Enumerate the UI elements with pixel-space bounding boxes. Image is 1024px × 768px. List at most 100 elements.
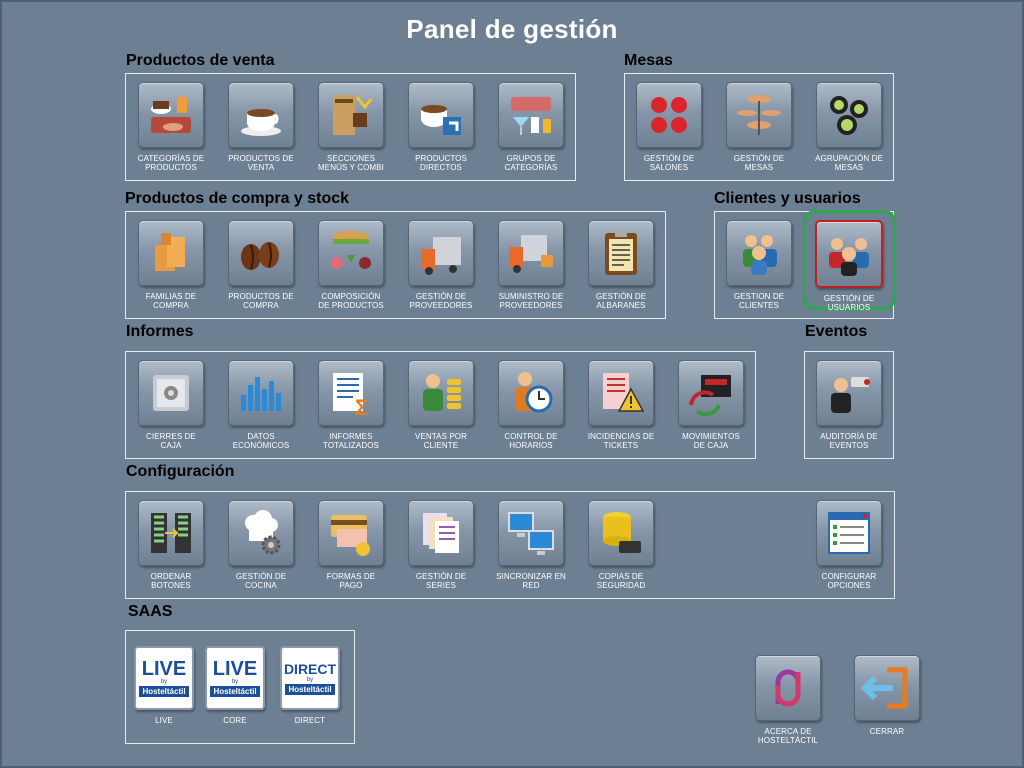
button-label: TOTALIZADOS	[323, 441, 379, 450]
button-label: GESTIÓN DE	[733, 154, 785, 163]
button-label: GRUPOS DE	[506, 154, 556, 163]
coffee-direct-icon	[408, 82, 474, 148]
button-label: HOSTELTÁCTIL	[757, 736, 819, 745]
truck-icon	[408, 220, 474, 286]
cierres-caja-button[interactable]: CIERRES DE CAJA	[126, 360, 216, 450]
button-label: ECONÓMICOS	[232, 441, 290, 450]
gestion-usuarios-button[interactable]: GESTIÓN DE USUARIOS	[804, 220, 894, 312]
button-label: HORARIOS	[509, 441, 553, 450]
logo-text: LIVE	[212, 658, 258, 680]
button-label: INFORMES	[329, 432, 373, 441]
datos-economicos-button[interactable]: DATOS ECONÓMICOS	[216, 360, 306, 450]
logo-text: LIVE	[141, 658, 187, 680]
control-horarios-button[interactable]: CONTROL DE HORARIOS	[486, 360, 576, 450]
button-label: GESTIÓN DE	[595, 292, 647, 301]
button-label: FORMAS DE	[326, 572, 376, 581]
gestion-albaranes-button[interactable]: GESTIÓN DE ALBARANES	[576, 220, 666, 310]
button-label: GESTIÓN DE	[415, 572, 467, 581]
live-button[interactable]: LIVE by Hosteltáctil LIVE	[131, 646, 197, 725]
direct-button[interactable]: DIRECT by Hosteltáctil DIRECT	[277, 646, 343, 725]
bar-chart-icon	[228, 360, 294, 426]
suministro-proveedores-button[interactable]: SUMINISTRO DE PROVEEDORES	[486, 220, 576, 310]
button-label: OPCIONES	[827, 581, 871, 590]
button-label: COMPRA	[243, 301, 279, 310]
section-title-compra-stock: Productos de compra y stock	[125, 190, 350, 207]
copias-seguridad-button[interactable]: COPIAS DE SEGURIDAD	[576, 500, 666, 590]
button-label: MESAS	[834, 163, 864, 172]
button-label: CORE	[223, 716, 247, 725]
movimientos-caja-button[interactable]: MOVIMIENTOS DE CAJA	[666, 360, 756, 450]
button-label: CAJA	[160, 441, 182, 450]
exit-icon	[854, 655, 920, 721]
section-title-mesas: Mesas	[624, 52, 673, 69]
composicion-productos-button[interactable]: COMPOSICIÓN DE PRODUCTOS	[306, 220, 396, 310]
productos-venta-button[interactable]: PRODUCTOS DE VENTA	[216, 82, 306, 172]
button-label: PRODUCTOS DE	[228, 292, 294, 301]
logo-sub: Hosteltáctil	[285, 684, 335, 695]
section-title-saas: SAAS	[128, 603, 173, 620]
button-label: RED	[522, 581, 540, 590]
secciones-menus-button[interactable]: SECCIONES MENÚS Y COMBI	[306, 82, 396, 172]
formas-pago-button[interactable]: FORMAS DE PAGO	[306, 500, 396, 590]
gestion-series-button[interactable]: GESTIÓN DE SERIES	[396, 500, 486, 590]
incidencias-tickets-button[interactable]: INCIDENCIAS DE TICKETS	[576, 360, 666, 450]
grupos-categorias-button[interactable]: GRUPOS DE CATEGORÍAS	[486, 82, 576, 172]
ventas-cliente-button[interactable]: VENTAS POR CLIENTE	[396, 360, 486, 450]
productos-directos-button[interactable]: PRODUCTOS DIRECTOS	[396, 82, 486, 172]
productos-compra-button[interactable]: PRODUCTOS DE COMPRA	[216, 220, 306, 310]
red-tables-icon	[636, 82, 702, 148]
acerca-button[interactable]: ACERCA DE HOSTELTÁCTIL	[743, 655, 833, 745]
customers-icon	[726, 220, 792, 286]
coffee-cup-icon	[228, 82, 294, 148]
button-label: CONTROL DE	[504, 432, 558, 441]
auditoria-eventos-button[interactable]: AUDITORÍA DE EVENTOS	[804, 360, 894, 450]
button-label: CATEGORÍAS DE	[137, 154, 205, 163]
button-label: VENTA	[247, 163, 275, 172]
chef-hat-gear-icon	[228, 500, 294, 566]
boxes-icon	[138, 220, 204, 286]
gestion-clientes-button[interactable]: GESTION DE CLIENTES	[714, 220, 804, 310]
section-title-productos-venta: Productos de venta	[126, 52, 275, 69]
food-tray-icon	[138, 82, 204, 148]
button-label: PROVEEDORES	[409, 301, 473, 310]
table-group-icon	[816, 82, 882, 148]
sincronizar-red-button[interactable]: SINCRONIZAR EN RED	[486, 500, 576, 590]
button-label: DE CAJA	[693, 441, 729, 450]
button-label: GESTIÓN DE	[235, 572, 287, 581]
users-icon	[815, 220, 883, 288]
table-stand-icon	[726, 82, 792, 148]
button-label: COCINA	[245, 581, 277, 590]
warning-ticket-icon	[588, 360, 654, 426]
button-label: ACERCA DE	[764, 727, 812, 736]
documents-series-icon	[408, 500, 474, 566]
button-label: COPIAS DE	[598, 572, 644, 581]
configurar-opciones-button[interactable]: CONFIGURAR OPCIONES	[804, 500, 894, 590]
logo-by: by	[160, 679, 168, 685]
agrupacion-mesas-button[interactable]: AGRUPACIÓN DE MESAS	[804, 82, 894, 172]
gestion-mesas-button[interactable]: GESTIÓN DE MESAS	[714, 82, 804, 172]
network-monitors-icon	[498, 500, 564, 566]
page-title: Panel de gestión	[406, 14, 618, 44]
safe-icon	[138, 360, 204, 426]
ordenar-botones-button[interactable]: ORDENAR BOTONES	[126, 500, 216, 590]
button-label: PRODUCTOS DE	[228, 154, 294, 163]
button-label: SEGURIDAD	[596, 581, 646, 590]
button-label: DATOS	[247, 432, 275, 441]
cerrar-button[interactable]: CERRAR	[842, 655, 932, 736]
button-label: MENÚS Y COMBI	[318, 163, 384, 172]
button-label: DE PRODUCTOS	[318, 301, 384, 310]
button-label: ALBARANES	[596, 301, 646, 310]
button-grid-icon	[138, 500, 204, 566]
categorias-productos-button[interactable]: CATEGORÍAS DE PRODUCTOS	[126, 82, 216, 172]
gestion-salones-button[interactable]: GESTIÓN DE SALONES	[624, 82, 714, 172]
button-label: CERRAR	[869, 727, 905, 736]
button-label: INCIDENCIAS DE	[587, 432, 655, 441]
button-label: GESTION DE	[733, 292, 785, 301]
core-button[interactable]: LIVE by Hosteltáctil CORE	[202, 646, 268, 725]
gestion-cocina-button[interactable]: GESTIÓN DE COCINA	[216, 500, 306, 590]
customer-coins-icon	[408, 360, 474, 426]
familias-compra-button[interactable]: FAMILIAS DE COMPRA	[126, 220, 216, 310]
informes-totalizados-button[interactable]: Σ INFORMES TOTALIZADOS	[306, 360, 396, 450]
button-label: SUMINISTRO DE	[498, 292, 564, 301]
gestion-proveedores-button[interactable]: GESTIÓN DE PROVEEDORES	[396, 220, 486, 310]
